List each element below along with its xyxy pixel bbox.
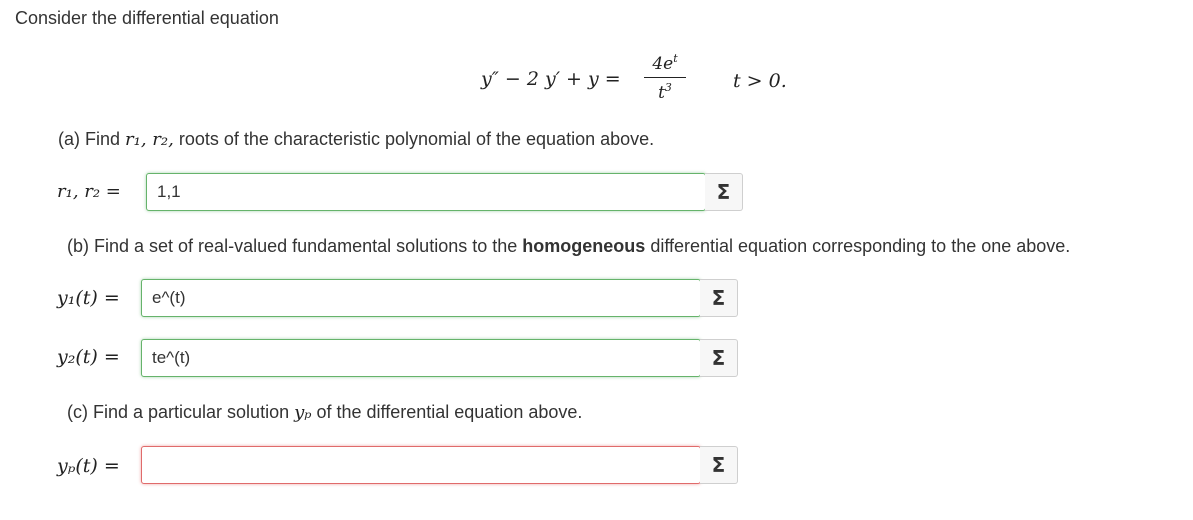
roots-input[interactable]: 1,1 — [146, 173, 706, 211]
yp-label: yₚ(t) = — [57, 455, 120, 477]
sigma-button-y2[interactable]: Σ — [700, 339, 738, 377]
equation-numerator: 4et — [652, 52, 678, 74]
fraction-bar — [644, 77, 686, 78]
equation-domain: t > 0. — [733, 70, 787, 92]
sigma-button-roots[interactable]: Σ — [705, 173, 743, 211]
equation-fraction: 4et t3 — [644, 52, 686, 103]
y2-input[interactable]: te^(t) — [141, 339, 701, 377]
part-b-prompt: (b) Find a set of real-valued fundamenta… — [67, 236, 1071, 256]
equation-denominator: t3 — [658, 81, 672, 103]
sigma-button-y1[interactable]: Σ — [700, 279, 738, 317]
equation-lhs: y″ − 2 y′ + y = — [481, 68, 621, 90]
intro-text: Consider the differential equation — [15, 8, 279, 28]
y1-label: y₁(t) = — [57, 287, 120, 309]
part-a-prompt: (a) Find r₁, r₂, roots of the characteri… — [58, 129, 655, 150]
y2-label: y₂(t) = — [57, 346, 120, 368]
yp-input[interactable] — [141, 446, 701, 484]
y1-input[interactable]: e^(t) — [141, 279, 701, 317]
part-c-prompt: (c) Find a particular solution yₚ of the… — [67, 402, 583, 423]
roots-label: r₁, r₂ = — [57, 181, 121, 202]
sigma-button-yp[interactable]: Σ — [700, 446, 738, 484]
